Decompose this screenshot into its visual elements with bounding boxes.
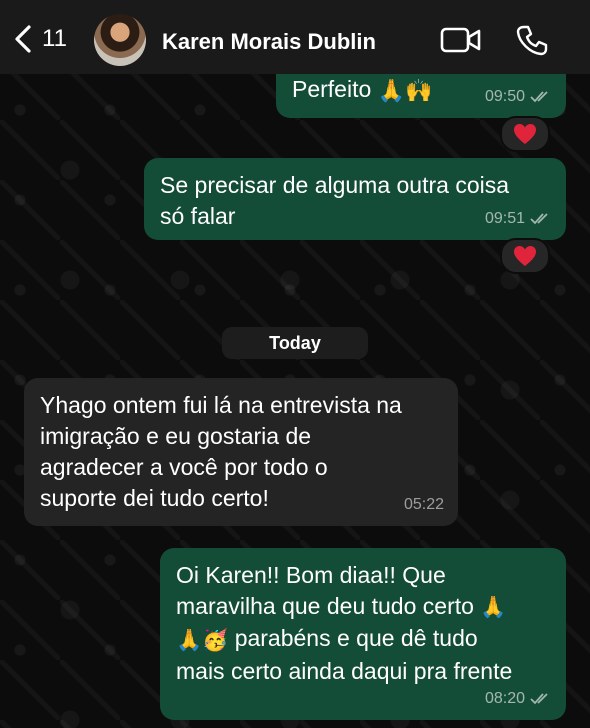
reaction-badge[interactable] bbox=[500, 116, 550, 152]
emoji: 🙏🥳 bbox=[176, 628, 229, 652]
unread-count: 11 bbox=[42, 25, 67, 52]
video-call-icon[interactable] bbox=[440, 26, 482, 54]
message-line: agradecer a você por todo o bbox=[40, 454, 328, 480]
pray-emoji: 🙏 bbox=[480, 596, 507, 620]
message-bubble-incoming[interactable]: Yhago ontem fui lá na entrevista na imig… bbox=[24, 378, 458, 526]
message-line: Yhago ontem fui lá na entrevista na bbox=[40, 392, 402, 418]
message-bubble-outgoing[interactable]: Oi Karen!! Bom diaa!! Que maravilha que … bbox=[160, 548, 566, 720]
avatar[interactable] bbox=[94, 14, 146, 66]
message-line: suporte dei tudo certo! bbox=[40, 485, 269, 511]
read-ticks-icon bbox=[530, 692, 548, 704]
heart-icon bbox=[514, 124, 536, 144]
message-line: 🙏🥳 parabéns e que dê tudo bbox=[176, 623, 554, 655]
message-line: Se precisar de alguma outra coisa bbox=[160, 172, 510, 198]
back-button[interactable]: 11 bbox=[12, 24, 67, 54]
message-time: 09:50 bbox=[485, 81, 552, 112]
read-ticks-icon bbox=[530, 212, 548, 224]
message-line: Oi Karen!! Bom diaa!! Que bbox=[176, 562, 446, 588]
heart-icon bbox=[514, 246, 536, 266]
chat-header: 11 Karen Morais Dublin bbox=[0, 0, 590, 74]
reaction-badge[interactable] bbox=[500, 238, 550, 274]
contact-name[interactable]: Karen Morais Dublin bbox=[162, 29, 376, 55]
phone-call-icon[interactable] bbox=[516, 24, 548, 56]
date-separator: Today bbox=[222, 327, 368, 359]
message-time: 09:51 bbox=[485, 203, 552, 234]
message-bubble-outgoing[interactable]: Se precisar de alguma outra coisa só fal… bbox=[144, 158, 566, 240]
message-time: 08:20 bbox=[485, 683, 552, 714]
message-line: imigração e eu gostaria de bbox=[40, 423, 312, 449]
emoji: 🙏🙌 bbox=[377, 78, 433, 104]
message-text: Perfeito bbox=[292, 76, 372, 102]
message-time: 05:22 bbox=[403, 496, 444, 513]
message-line: maravilha que deu tudo certo 🙏 bbox=[176, 591, 554, 623]
read-ticks-icon bbox=[530, 90, 548, 102]
chevron-left-icon bbox=[15, 25, 31, 53]
